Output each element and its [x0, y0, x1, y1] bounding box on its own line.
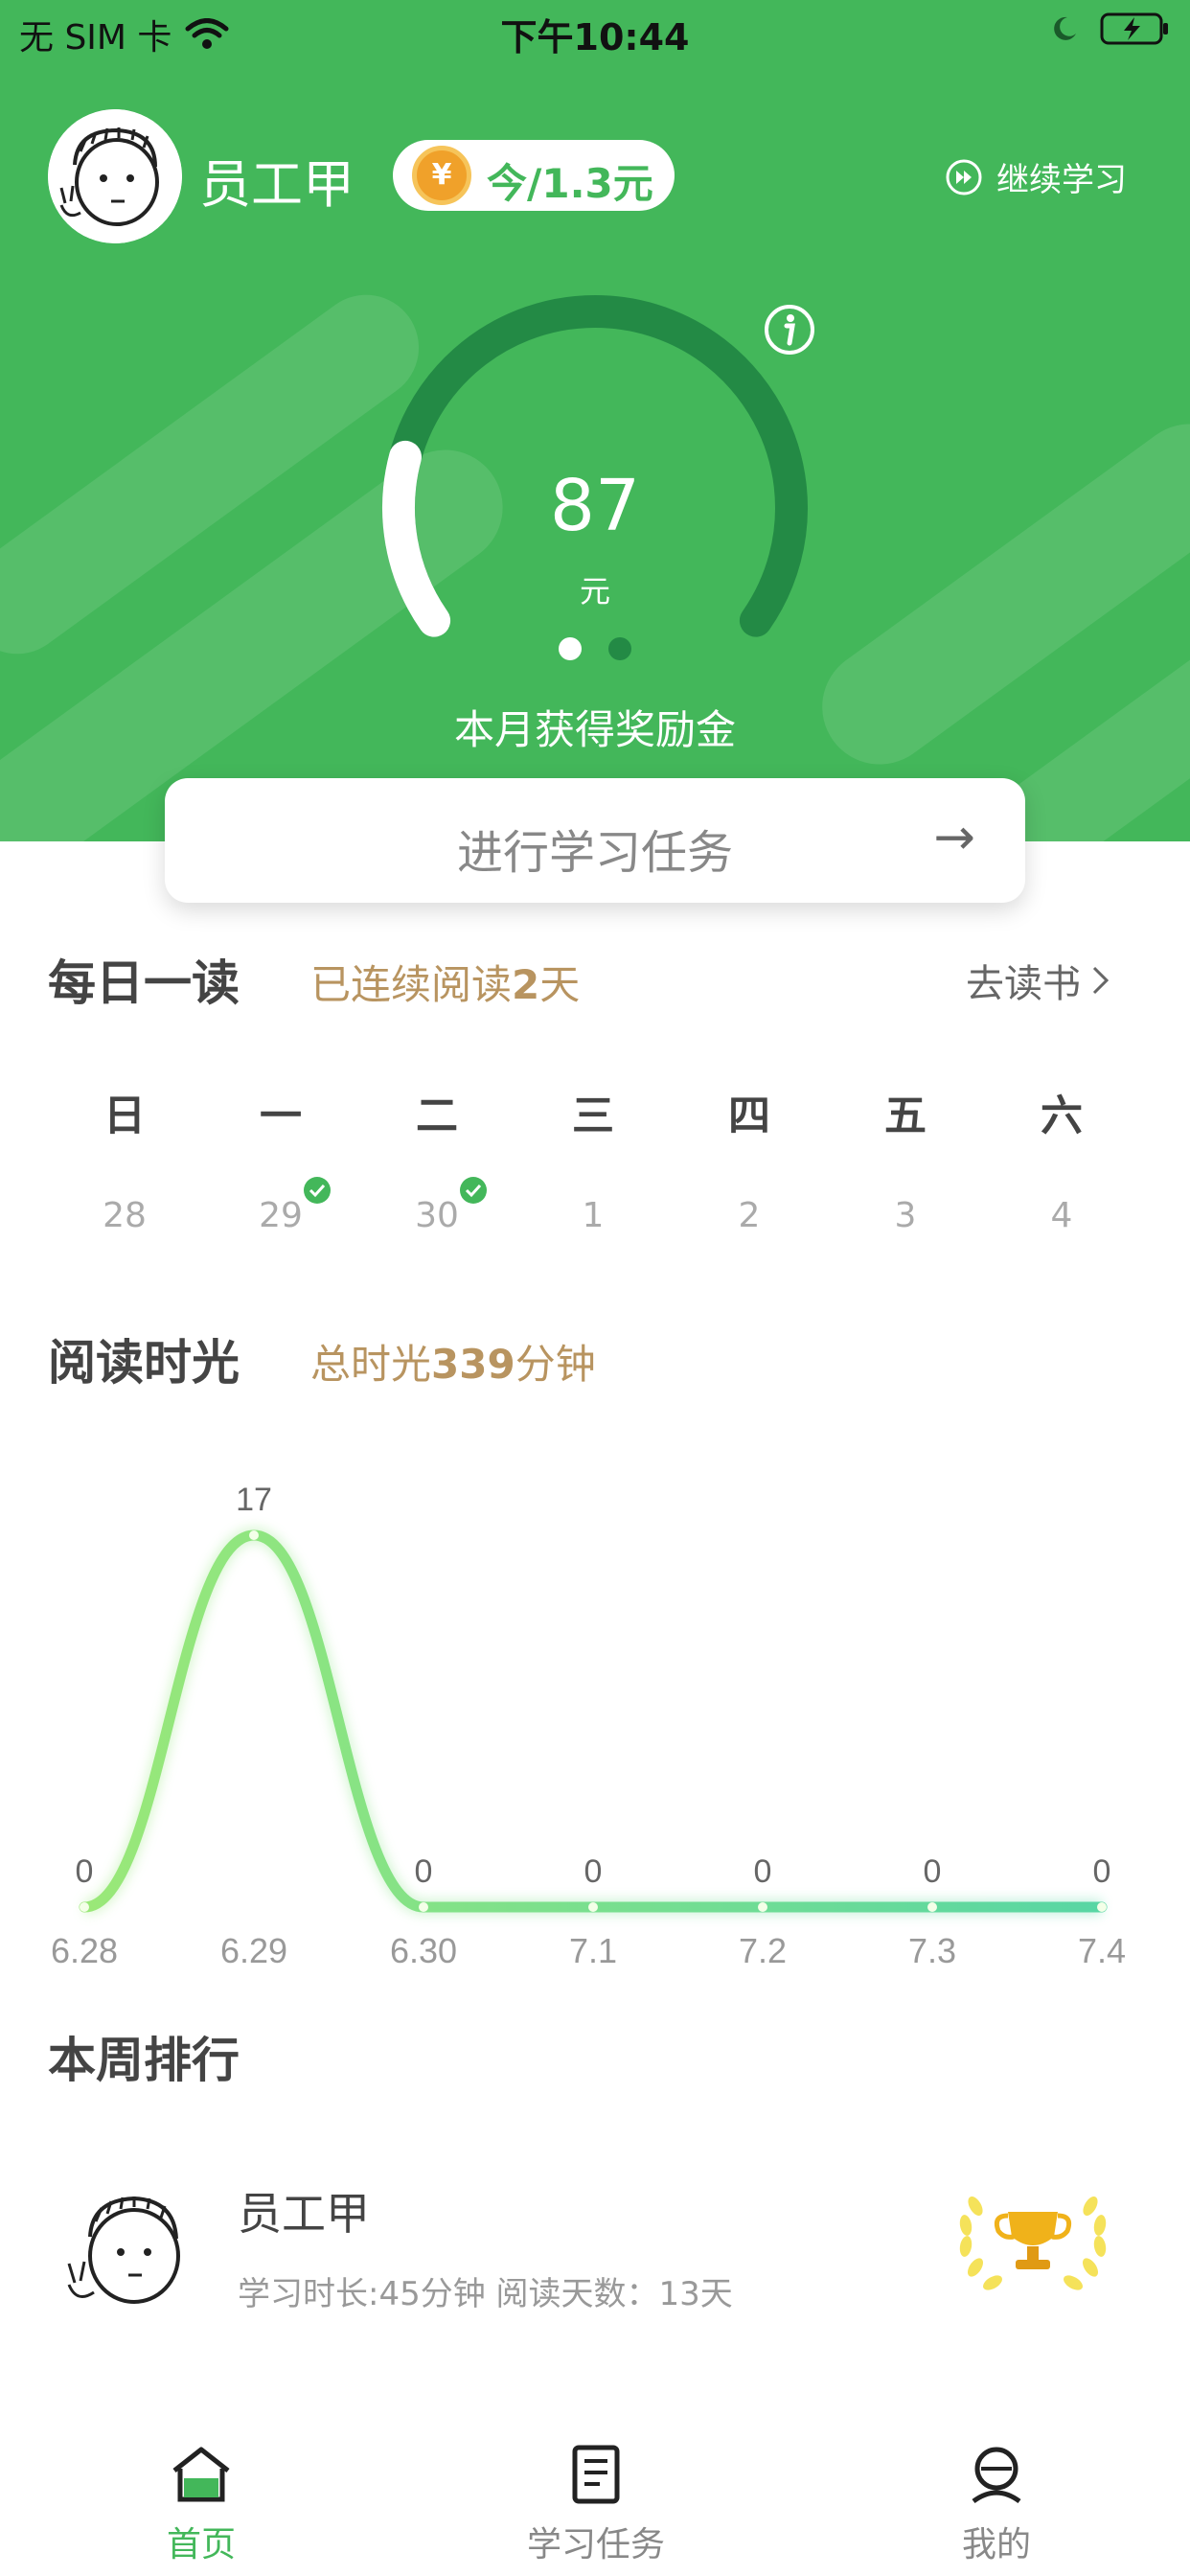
- x-tick-label: 6.28: [51, 1931, 118, 1970]
- total-suffix: 分钟: [515, 1341, 596, 1388]
- page-dot-active: [559, 637, 582, 660]
- weekly-ranking-title: 本周排行: [48, 2033, 240, 2088]
- data-point[interactable]: [419, 1902, 428, 1912]
- chevron-right-icon: [1092, 966, 1110, 995]
- start-task-button[interactable]: 进行学习任务 →: [165, 778, 1025, 903]
- page-dot: [608, 637, 631, 660]
- streak-prefix: 已连续阅读: [310, 961, 513, 1008]
- tab-tasks-label: 学习任务: [526, 2525, 665, 2564]
- book-icon: [572, 2445, 620, 2504]
- series-line: [79, 1530, 1108, 1913]
- x-tick-label: 7.1: [569, 1931, 617, 1970]
- read-check-icon: [460, 1177, 487, 1204]
- data-label: 0: [76, 1853, 94, 1890]
- x-tick-label: 7.2: [739, 1931, 787, 1970]
- x-tick-label: 6.30: [390, 1931, 457, 1970]
- go-read-link[interactable]: 去读书: [966, 953, 1111, 1008]
- info-icon[interactable]: [763, 303, 816, 356]
- rank-avatar: [67, 2196, 180, 2304]
- day-number[interactable]: 3: [848, 1196, 963, 1235]
- home-icon: [172, 2447, 230, 2502]
- data-label: 0: [754, 1853, 772, 1890]
- data-point[interactable]: [758, 1902, 767, 1912]
- data-label: 0: [924, 1853, 942, 1890]
- series-line-glow: [82, 1527, 1102, 1916]
- weekday-label: 一: [260, 1092, 302, 1140]
- weekday-label: 四: [728, 1092, 770, 1140]
- reward-value: 87: [549, 465, 641, 547]
- tab-home[interactable]: 首页: [86, 2444, 316, 2566]
- day-number[interactable]: 1: [536, 1196, 651, 1235]
- read-check-icon: [304, 1177, 331, 1204]
- data-label: 0: [415, 1853, 433, 1890]
- header-banner: 无 SIM 卡 下午10:44 员工甲 ¥ 今/1.3元 继续学习 87 元 本…: [0, 0, 1190, 841]
- day-number[interactable]: 2: [692, 1196, 807, 1235]
- weekday-label: 五: [884, 1092, 927, 1140]
- reward-label: 本月获得奖励金: [453, 706, 736, 753]
- reading-time-total: 总时光339分钟: [310, 1332, 596, 1391]
- x-tick-label: 6.29: [220, 1931, 287, 1970]
- data-label: 0: [1093, 1853, 1111, 1890]
- data-label: 0: [584, 1853, 603, 1890]
- task-label: 进行学习任务: [456, 826, 733, 880]
- reward-unit: 元: [579, 573, 610, 610]
- weekday-label: 日: [103, 1092, 146, 1140]
- weekday-label: 三: [572, 1092, 614, 1140]
- weekday-label: 六: [1041, 1092, 1083, 1140]
- go-read-label: 去读书: [966, 962, 1081, 1006]
- data-point[interactable]: [927, 1902, 937, 1912]
- rank-username: 员工甲: [238, 2188, 370, 2240]
- reading-time-title: 阅读时光: [48, 1335, 240, 1391]
- user-icon: [972, 2447, 1021, 2504]
- rank-stats: 学习时长:45分钟 阅读天数：13天: [238, 2275, 733, 2313]
- total-prefix: 总时光: [310, 1341, 432, 1388]
- x-tick-label: 7.3: [908, 1931, 956, 1970]
- data-point[interactable]: [1097, 1902, 1107, 1912]
- tab-profile[interactable]: 我的: [881, 2444, 1111, 2566]
- bottom-tab-bar: 首页 学习任务 我的: [0, 2425, 1190, 2576]
- x-tick-label: 7.4: [1078, 1931, 1126, 1970]
- day-number[interactable]: 4: [1004, 1196, 1119, 1235]
- data-point[interactable]: [80, 1902, 89, 1912]
- data-point[interactable]: [249, 1530, 259, 1540]
- daily-read-title: 每日一读: [48, 955, 240, 1011]
- data-point[interactable]: [588, 1902, 598, 1912]
- weekday-label: 二: [416, 1092, 458, 1140]
- trophy-laurel-icon: [959, 2196, 1107, 2290]
- tab-profile-label: 我的: [961, 2525, 1031, 2564]
- total-value: 339: [431, 1341, 515, 1388]
- streak-count: 2: [512, 961, 540, 1008]
- streak-suffix: 天: [539, 961, 581, 1008]
- tab-home-label: 首页: [166, 2525, 236, 2564]
- day-number[interactable]: 28: [67, 1196, 182, 1235]
- arrow-right-icon: →: [933, 809, 975, 866]
- reading-time-chart: 0 6.28 17 6.29 0 6.30 0 7.1 0 7.2 0 7.3 0 7.4: [51, 1482, 1126, 1970]
- tab-tasks[interactable]: 学习任务: [481, 2444, 711, 2566]
- data-label: 17: [236, 1482, 272, 1518]
- daily-read-streak: 已连续阅读2天: [310, 953, 580, 1011]
